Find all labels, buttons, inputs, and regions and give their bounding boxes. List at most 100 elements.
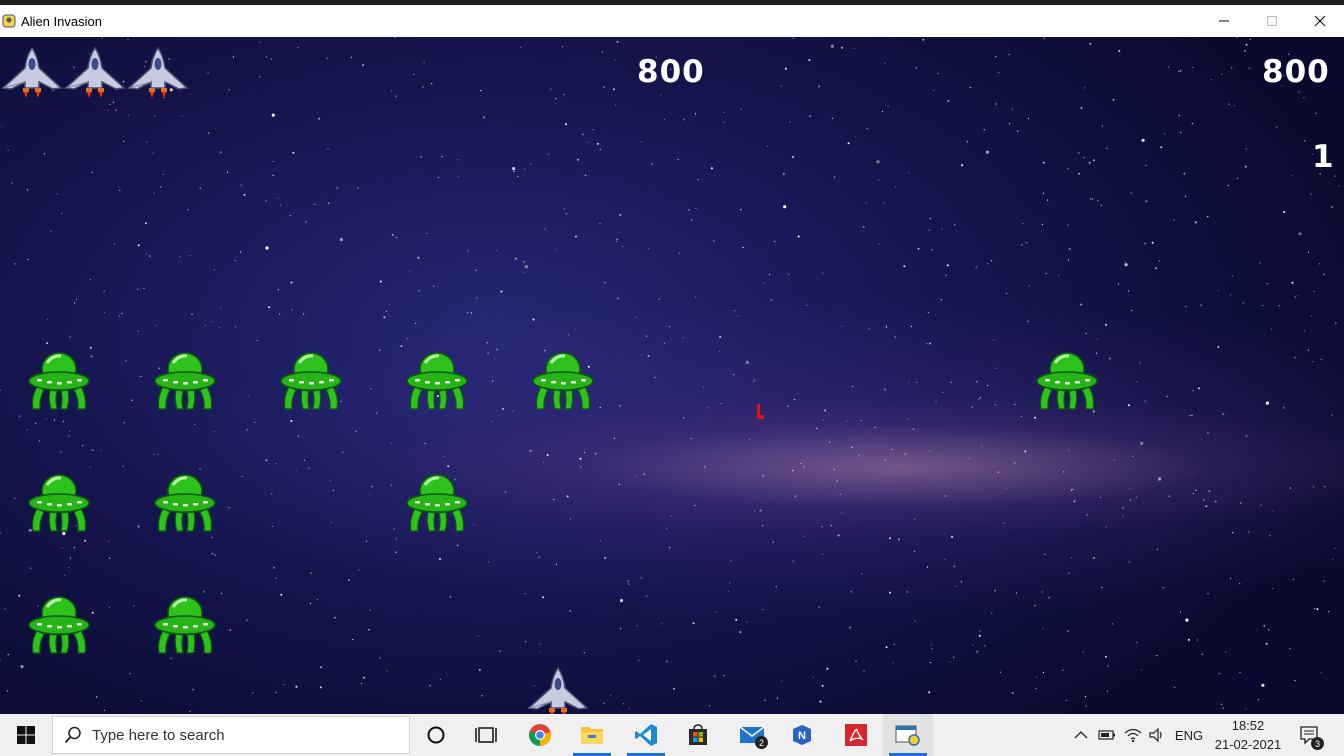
star — [772, 541, 774, 543]
life-ship-icon — [64, 46, 126, 98]
alien — [27, 349, 91, 411]
star — [1227, 184, 1229, 186]
star — [101, 37, 103, 39]
star — [511, 167, 516, 171]
star — [1067, 630, 1069, 632]
alien — [153, 471, 217, 533]
taskbar-search-box[interactable]: Type here to search — [52, 716, 410, 754]
taskbar-store[interactable] — [673, 714, 723, 756]
star — [688, 209, 690, 211]
star — [291, 309, 293, 311]
star — [314, 203, 316, 205]
star — [929, 662, 932, 664]
star — [478, 668, 481, 671]
start-button[interactable] — [0, 714, 52, 756]
star — [473, 524, 475, 526]
star — [1196, 639, 1198, 641]
star — [1244, 49, 1247, 52]
star — [194, 423, 196, 425]
star — [707, 407, 709, 409]
star — [439, 678, 441, 680]
star — [358, 569, 360, 571]
taskbar-vscode[interactable] — [621, 714, 671, 756]
taskbar-python[interactable] — [883, 714, 933, 756]
star — [75, 299, 78, 301]
star — [390, 484, 392, 486]
star — [522, 271, 524, 273]
star — [1015, 592, 1018, 594]
star — [1144, 242, 1146, 245]
star — [994, 590, 996, 592]
star — [1027, 117, 1030, 120]
star — [437, 176, 439, 178]
star — [1259, 262, 1261, 264]
star — [1022, 222, 1024, 225]
star — [1183, 172, 1186, 175]
star — [1044, 553, 1046, 555]
star — [283, 683, 285, 686]
window-titlebar[interactable]: Alien Invasion — [0, 5, 1344, 37]
taskbar-app[interactable]: N — [777, 714, 827, 756]
star — [0, 532, 1, 534]
action-center-button[interactable]: 3 — [1290, 714, 1330, 756]
star — [1068, 248, 1071, 250]
star — [140, 375, 142, 378]
clock[interactable]: 18:52 21-02-2021 — [1210, 716, 1286, 754]
taskbar-chrome[interactable] — [515, 714, 565, 756]
taskbar-mail[interactable]: 2 — [727, 714, 777, 756]
star — [971, 406, 973, 408]
star — [821, 684, 824, 687]
network-button[interactable] — [1122, 714, 1144, 756]
star — [265, 200, 267, 202]
star — [413, 73, 415, 75]
star — [616, 238, 618, 240]
close-button[interactable] — [1296, 5, 1344, 37]
star — [155, 324, 157, 326]
cortana-button[interactable] — [411, 714, 461, 756]
battery-button[interactable] — [1096, 714, 1118, 756]
star — [742, 246, 744, 249]
language-indicator[interactable]: ENG — [1172, 714, 1206, 756]
game-area[interactable]: 800 800 1 — [0, 37, 1344, 714]
star — [599, 407, 601, 409]
star — [379, 280, 382, 283]
star — [275, 691, 277, 694]
star — [179, 256, 181, 258]
star — [636, 625, 638, 627]
taskbar-acrobat[interactable] — [831, 714, 881, 756]
star — [976, 381, 978, 383]
star — [794, 495, 797, 497]
star — [457, 544, 459, 546]
star — [816, 427, 818, 429]
show-hidden-icons-button[interactable] — [1070, 714, 1092, 756]
star — [763, 282, 765, 284]
star — [69, 430, 71, 432]
task-view-button[interactable] — [461, 714, 511, 756]
star — [961, 164, 964, 167]
star — [1276, 126, 1278, 128]
star — [1283, 211, 1286, 213]
star — [1245, 43, 1248, 46]
star — [1139, 362, 1141, 364]
star — [112, 101, 114, 103]
minimize-button[interactable] — [1200, 5, 1248, 37]
taskbar-file-explorer[interactable] — [567, 714, 617, 756]
star — [395, 551, 397, 553]
star — [935, 401, 937, 403]
star — [783, 205, 787, 209]
star — [1026, 242, 1028, 244]
star — [891, 448, 893, 451]
star — [740, 108, 742, 110]
maximize-button[interactable] — [1248, 5, 1296, 37]
star — [417, 256, 420, 259]
star — [1323, 580, 1325, 582]
star — [822, 553, 824, 555]
star — [1107, 665, 1109, 667]
star — [1067, 168, 1069, 170]
player-ship[interactable] — [527, 666, 589, 714]
volume-button[interactable] — [1146, 714, 1168, 756]
star — [277, 289, 279, 291]
star — [837, 534, 840, 537]
star — [1091, 198, 1094, 201]
star — [889, 537, 891, 540]
